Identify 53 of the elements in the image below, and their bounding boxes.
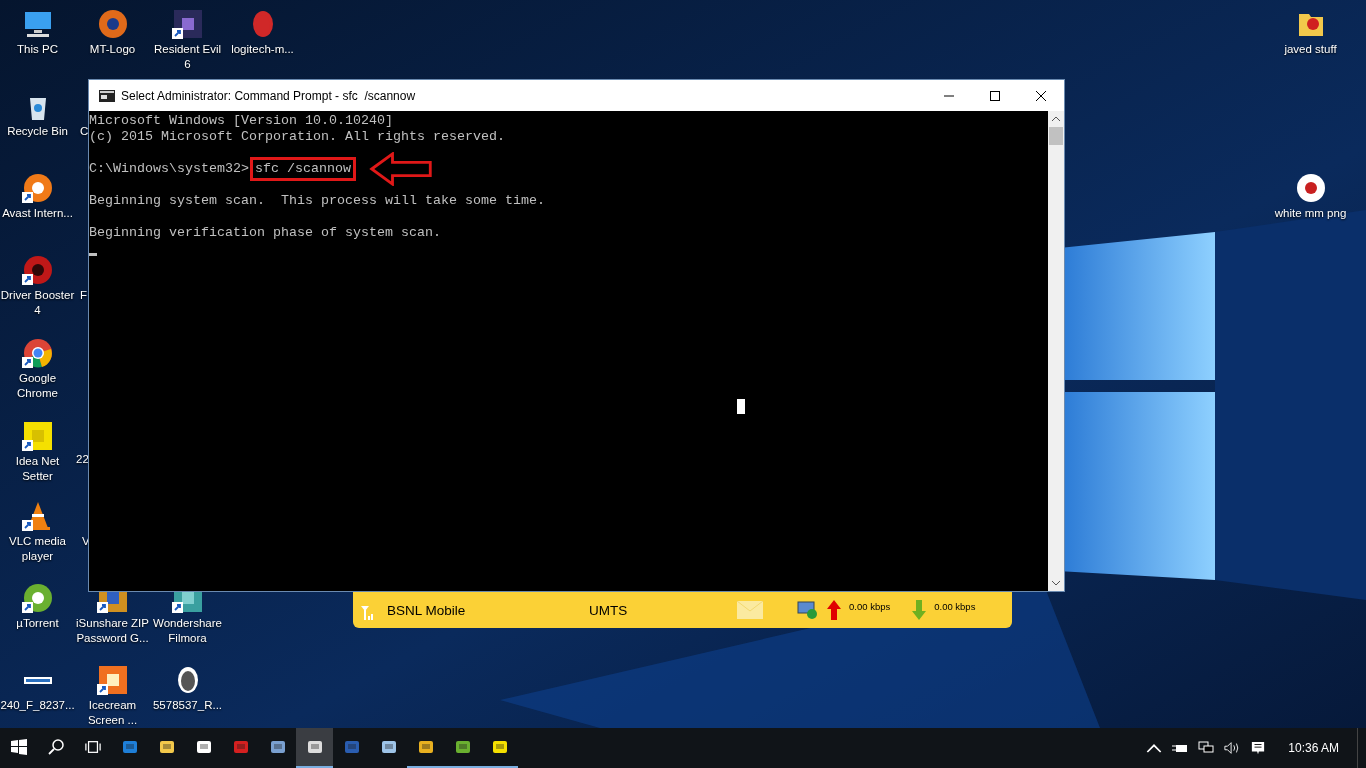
icon-label: µTorrent — [15, 616, 60, 631]
console-line: Beginning system scan. This process will take some time. — [89, 193, 546, 209]
upload-arrow-icon — [827, 600, 841, 620]
console-line: Microsoft Windows [Version 10.0.10240] — [89, 113, 394, 129]
text-cursor — [89, 252, 97, 256]
search-icon — [47, 739, 64, 755]
download-speed: 0.00 kbps — [934, 600, 976, 612]
start-icon — [10, 739, 27, 755]
window-title: Select Administrator: Command Prompt - sfc /scannow — [121, 88, 417, 103]
icon-label: Resident Evil 6 — [152, 42, 223, 72]
clock[interactable]: 10:36 AM — [1288, 741, 1339, 755]
icon-label: 240_F_8237... — [0, 698, 75, 713]
scroll-down-icon[interactable] — [1051, 579, 1061, 587]
icon-label: Icecream Screen ... — [86, 698, 139, 728]
icon-label: iSunshare ZIP Password G... — [75, 616, 150, 646]
download-arrow-icon — [912, 600, 927, 620]
icon-label: This PC — [16, 42, 59, 57]
scroll-up-icon[interactable] — [1051, 115, 1061, 123]
console-line: Beginning verification phase of system scan. — [89, 225, 442, 241]
icon-label: F — [80, 288, 88, 303]
operator-name: BSNL Mobile — [387, 602, 467, 618]
network-icon[interactable] — [1198, 741, 1215, 755]
speaker-icon[interactable] — [1224, 741, 1241, 755]
mouse-cursor — [737, 399, 745, 414]
icon-label: Idea Net Setter — [14, 454, 61, 484]
icon-label: C — [80, 124, 89, 139]
icon-label: Avast Intern... — [1, 206, 74, 221]
taskbar-button[interactable] — [296, 728, 333, 768]
icon-label: MT-Logo — [88, 42, 137, 57]
console-line: (c) 2015 Microsoft Corporation. All rights reserved. — [89, 129, 506, 145]
icon-label: Wondershare Filmora — [152, 616, 223, 646]
maximize-icon — [990, 90, 1000, 101]
icon-label: Recycle Bin — [6, 124, 69, 139]
icon-label: Driver Booster 4 — [0, 288, 75, 318]
game-cover-icon[interactable] — [171, 8, 204, 40]
icon-label: VLC media player — [8, 534, 67, 564]
upload-speed: 0.00 kbps — [849, 600, 891, 612]
task-view-icon — [84, 739, 101, 755]
logo-icon[interactable] — [1294, 172, 1327, 204]
icon-label: javed stuff — [1283, 42, 1338, 57]
network-mode: UMTS — [589, 602, 629, 618]
arrow-icon — [367, 152, 434, 186]
scrollbar[interactable] — [1048, 111, 1064, 591]
notification-icon[interactable] — [1250, 741, 1267, 755]
icon-label: white mm png — [1273, 206, 1348, 221]
close-icon — [1036, 90, 1046, 101]
icon-label: 5578537_R... — [151, 698, 224, 713]
icon-label: logitech-m... — [230, 42, 295, 57]
signal-icon — [361, 606, 373, 620]
icon-label: 22 — [76, 452, 89, 467]
console-prompt: C:\Windows\system32> — [89, 161, 249, 177]
scrollbar-thumb[interactable] — [1049, 127, 1063, 145]
icon-label: Google Chrome — [16, 371, 59, 401]
